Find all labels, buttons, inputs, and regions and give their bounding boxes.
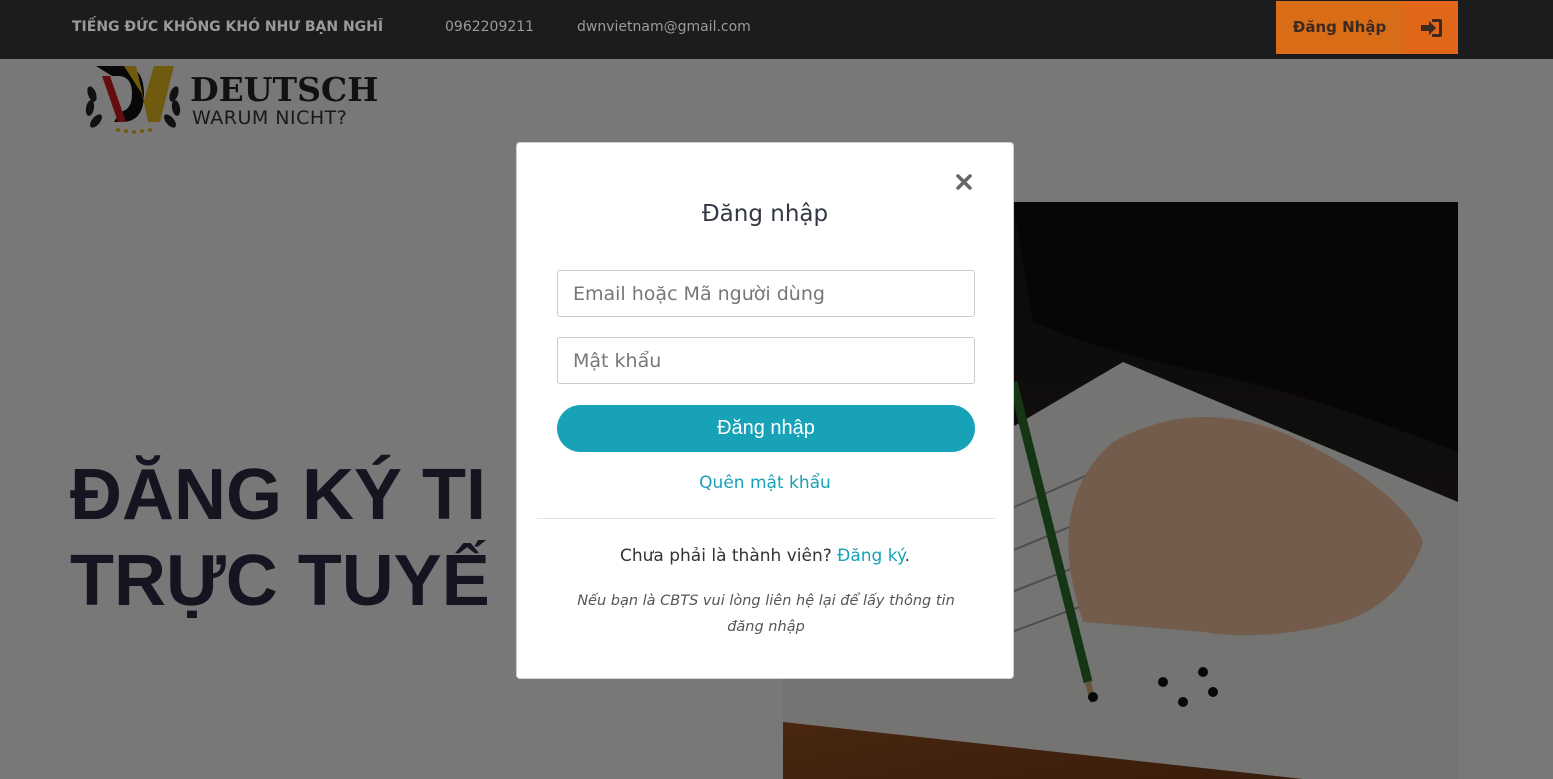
contact-phone[interactable]: 0962209211	[445, 19, 534, 35]
divider	[537, 518, 995, 519]
modal-title: Đăng nhập	[701, 201, 829, 227]
header-login-label: Đăng Nhập	[1292, 18, 1387, 36]
email-input[interactable]	[557, 270, 975, 317]
signup-suffix: .	[904, 546, 910, 566]
login-modal: Đăng nhập Đăng nhập Quên mật khẩu Chưa p…	[516, 142, 1014, 679]
password-input[interactable]	[557, 337, 975, 384]
cbts-note: Nếu bạn là CBTS vui lòng liên hệ lại để …	[577, 593, 955, 635]
header-login-button[interactable]: Đăng Nhập	[1276, 1, 1458, 54]
login-submit-button[interactable]: Đăng nhập	[557, 405, 975, 452]
close-icon[interactable]	[955, 173, 973, 191]
forgot-password-link[interactable]: Quên mật khẩu	[517, 473, 1013, 493]
signup-link[interactable]: Đăng ký	[837, 546, 904, 566]
contact-email[interactable]: dwnvietnam@gmail.com	[577, 19, 751, 35]
top-bar: TIẾNG ĐỨC KHÔNG KHÓ NHƯ BẠN NGHĨ 0962209…	[0, 0, 1553, 59]
signup-prompt: Chưa phải là thành viên? Đăng ký.	[517, 546, 1013, 566]
signup-prefix: Chưa phải là thành viên?	[620, 546, 832, 566]
sign-in-icon	[1403, 1, 1458, 54]
site-slogan: TIẾNG ĐỨC KHÔNG KHÓ NHƯ BẠN NGHĨ	[72, 19, 384, 35]
